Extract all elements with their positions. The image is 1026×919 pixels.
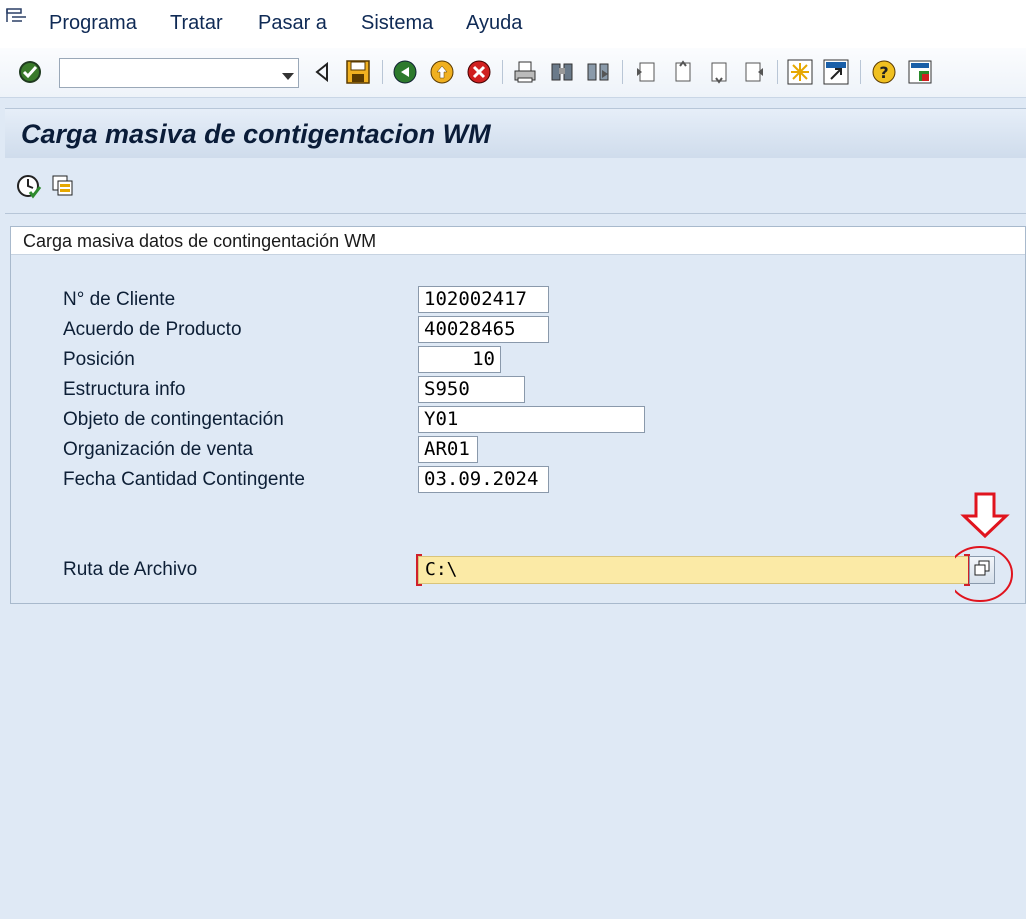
acuerdo-label: Acuerdo de Producto — [63, 319, 242, 340]
back-nav-icon[interactable] — [308, 58, 336, 86]
group-title: Carga masiva datos de contingentación WM — [23, 231, 377, 251]
back-icon[interactable] — [391, 58, 419, 86]
application-toolbar — [5, 158, 1026, 214]
chevron-down-icon[interactable] — [282, 68, 294, 86]
ruta-field[interactable]: C:\ — [418, 556, 969, 584]
cliente-label: N° de Cliente — [63, 289, 176, 310]
posicion-label: Posición — [63, 349, 135, 370]
toolbar-separator — [502, 60, 503, 84]
menu-programa[interactable]: Programa — [49, 12, 137, 35]
print-icon[interactable] — [511, 58, 539, 86]
previous-page-icon[interactable] — [668, 58, 696, 86]
save-icon[interactable] — [344, 58, 372, 86]
estructura-label: Estructura info — [63, 379, 186, 400]
organizacion-label: Organización de venta — [63, 439, 254, 460]
toolbar-separator — [860, 60, 861, 84]
enter-icon[interactable] — [16, 58, 44, 86]
menu-ayuda[interactable]: Ayuda — [466, 12, 522, 35]
exit-icon[interactable] — [428, 58, 456, 86]
help-icon[interactable]: ? — [870, 58, 898, 86]
objeto-label: Objeto de contingentación — [63, 409, 284, 430]
acuerdo-field[interactable]: 40028465 — [418, 316, 549, 343]
menu-bar: Programa Tratar Pasar a Sistema Ayuda — [0, 0, 1026, 48]
svg-text:?: ? — [879, 63, 888, 82]
create-session-icon[interactable] — [786, 58, 814, 86]
variants-icon[interactable] — [51, 174, 77, 200]
last-page-icon[interactable] — [740, 58, 768, 86]
next-page-icon[interactable] — [704, 58, 732, 86]
cancel-icon[interactable] — [465, 58, 493, 86]
toolbar-separator — [382, 60, 383, 84]
organizacion-field[interactable]: AR01 — [418, 436, 478, 463]
group-header: Carga masiva datos de contingentación WM — [11, 227, 1025, 255]
menu-tratar[interactable]: Tratar — [170, 12, 223, 35]
copy-window-icon — [974, 560, 990, 581]
toolbar-separator — [622, 60, 623, 84]
find-next-icon[interactable] — [584, 58, 612, 86]
first-page-icon[interactable] — [632, 58, 660, 86]
find-icon[interactable] — [548, 58, 576, 86]
menu-sistema[interactable]: Sistema — [361, 12, 433, 35]
menu-toggle-icon[interactable] — [6, 8, 28, 28]
cliente-field[interactable]: 102002417 — [418, 286, 549, 313]
menu-pasar-a[interactable]: Pasar a — [258, 12, 327, 35]
shortcut-icon[interactable] — [822, 58, 850, 86]
command-field[interactable] — [59, 58, 299, 88]
posicion-field[interactable]: 10 — [418, 346, 501, 373]
fecha-field[interactable]: 03.09.2024 — [418, 466, 549, 493]
fecha-label: Fecha Cantidad Contingente — [63, 469, 305, 490]
estructura-field[interactable]: S950 — [418, 376, 525, 403]
required-marker-left — [416, 554, 422, 586]
browse-file-button[interactable] — [969, 556, 995, 584]
page-title: Carga masiva de contigentacion WM — [21, 119, 491, 149]
toolbar-separator — [777, 60, 778, 84]
title-bar: Carga masiva de contigentacion WM — [5, 108, 1026, 158]
execute-icon[interactable] — [16, 174, 42, 200]
customize-layout-icon[interactable] — [906, 58, 934, 86]
ruta-label: Ruta de Archivo — [63, 559, 198, 580]
objeto-field[interactable]: Y01 — [418, 406, 645, 433]
